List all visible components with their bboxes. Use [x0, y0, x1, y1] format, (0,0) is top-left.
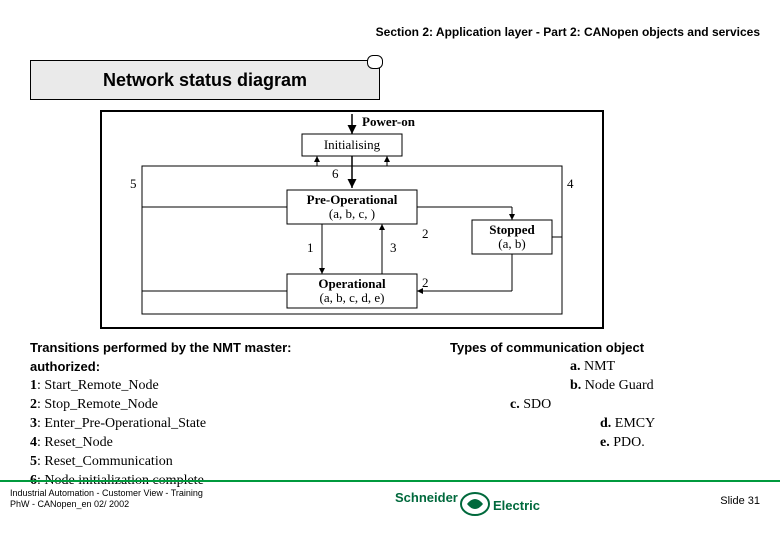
footer-line-2: PhW - CANopen_en 02/ 2002	[10, 499, 203, 510]
type-e: e. PDO.	[600, 435, 750, 451]
svg-text:Electric: Electric	[493, 498, 540, 513]
edge-6: 6	[332, 166, 339, 181]
edge-3: 3	[390, 240, 397, 255]
transitions-head-2: authorized:	[30, 359, 430, 374]
edge-2a: 2	[422, 226, 429, 241]
edge-1: 1	[307, 240, 314, 255]
transition-4: 4: Reset_Node	[30, 435, 430, 451]
type-b: b. Node Guard	[570, 378, 750, 394]
section-header: Section 2: Application layer - Part 2: C…	[376, 25, 760, 39]
edge-5: 5	[130, 176, 137, 191]
footer-line-1: Industrial Automation - Customer View - …	[10, 488, 203, 499]
brand-logo: Schneider Electric	[395, 488, 565, 518]
slide-title-container: Network status diagram	[30, 60, 380, 100]
label-power-on: Power-on	[362, 114, 416, 129]
slide-number: Slide 31	[720, 495, 760, 507]
type-c: c. SDO	[510, 397, 750, 413]
transition-5: 5: Reset_Communication	[30, 454, 430, 470]
slide-title: Network status diagram	[30, 60, 380, 100]
state-operational: Operational	[318, 276, 386, 291]
type-d: d. EMCY	[600, 416, 750, 432]
footer-left: Industrial Automation - Customer View - …	[10, 488, 203, 510]
transition-1: 1: Start_Remote_Node	[30, 378, 430, 394]
transitions-list: Transitions performed by the NMT master:…	[30, 340, 430, 492]
types-list: Types of communication object a. NMT b. …	[450, 340, 750, 454]
types-head: Types of communication object	[450, 340, 750, 355]
transitions-head-1: Transitions performed by the NMT master:	[30, 340, 430, 355]
state-stopped-sub: (a, b)	[498, 236, 525, 251]
footer-divider	[0, 480, 780, 482]
edge-4: 4	[567, 176, 574, 191]
transition-2: 2: Stop_Remote_Node	[30, 397, 430, 413]
svg-text:Schneider: Schneider	[395, 490, 458, 505]
state-preop: Pre-Operational	[307, 192, 398, 207]
edge-2b: 2	[422, 275, 429, 290]
state-operational-sub: (a, b, c, d, e)	[320, 290, 385, 305]
state-preop-sub: (a, b, c, )	[329, 206, 375, 221]
transition-3: 3: Enter_Pre-Operational_State	[30, 416, 430, 432]
state-stopped: Stopped	[489, 222, 535, 237]
state-diagram: Power-on Initialising 6 5 4 Pre-Operatio…	[100, 110, 604, 329]
slide-title-text: Network status diagram	[103, 70, 307, 90]
type-a: a. NMT	[570, 359, 750, 375]
state-initialising: Initialising	[324, 137, 381, 152]
title-decoration	[367, 55, 383, 69]
